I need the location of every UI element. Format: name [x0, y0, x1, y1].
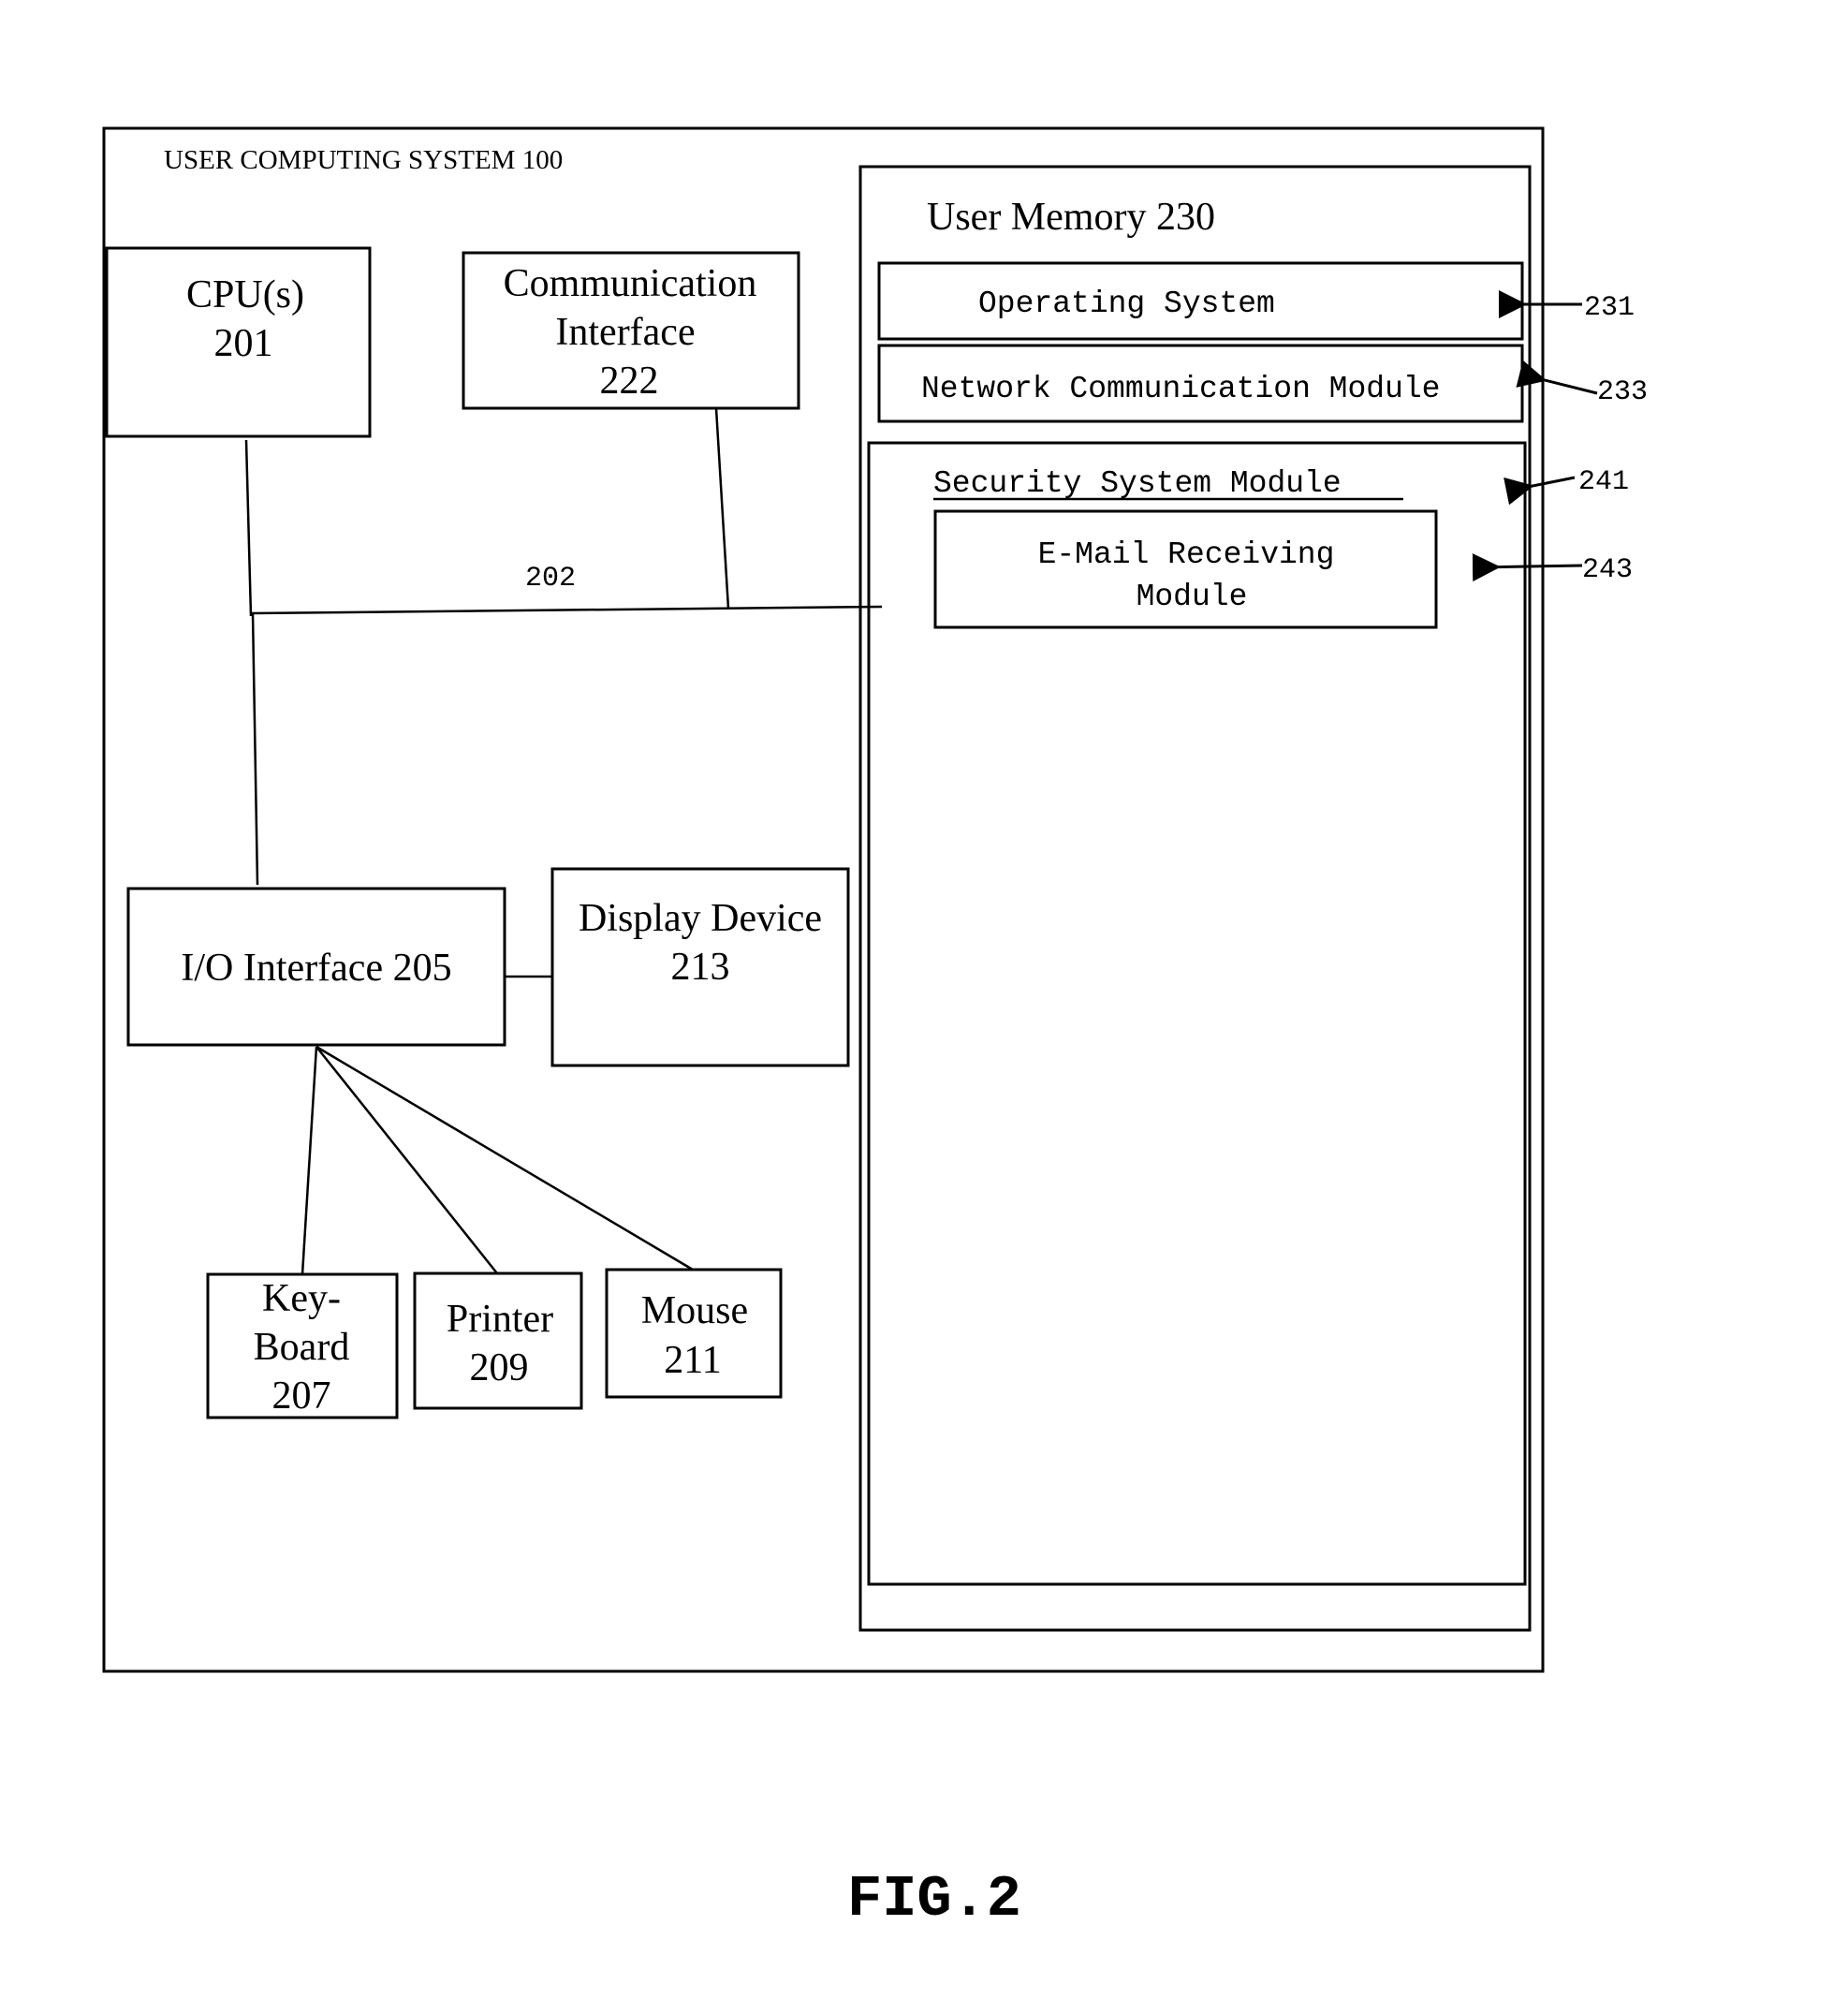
keyboard-label-1: Key- — [262, 1277, 341, 1320]
system-bus-202 — [250, 605, 883, 615]
cpu-number: 201 — [214, 322, 273, 365]
printer-label: Printer — [447, 1298, 553, 1341]
keyboard-number: 207 — [272, 1374, 331, 1418]
email-receiving-module-label-2: Module — [1137, 580, 1248, 614]
ref-243: 243 — [1582, 554, 1633, 586]
network-communication-module-label: Network Communication Module — [921, 372, 1441, 406]
user-memory-title: User Memory 230 — [927, 196, 1215, 239]
comm-bus-connector — [714, 407, 730, 610]
ref-241: 241 — [1578, 466, 1629, 498]
system-title: USER COMPUTING SYSTEM 100 — [164, 145, 563, 175]
arrow-233-icon — [1516, 360, 1598, 395]
io-printer-connector — [315, 1046, 498, 1274]
io-mouse-connector — [315, 1045, 694, 1271]
cpu-bus-connector — [244, 439, 253, 617]
ref-231: 231 — [1584, 292, 1635, 324]
mouse-label: Mouse — [641, 1289, 748, 1332]
io-keyboard-connector — [301, 1046, 318, 1275]
io-bus-connector — [251, 612, 259, 886]
ref-233: 233 — [1597, 376, 1648, 408]
arrow-243-icon — [1472, 553, 1583, 582]
email-receiving-module-label-1: E-Mail Receiving — [1038, 537, 1335, 572]
io-interface-label: I/O Interface 205 — [181, 947, 451, 990]
figure-caption: FIG.2 — [847, 1866, 1021, 1933]
operating-system-label: Operating System — [978, 287, 1275, 321]
block-diagram: USER COMPUTING SYSTEM 100 CPU(s) 201 Com… — [102, 126, 1648, 1933]
display-device-label: Display Device — [579, 897, 822, 940]
bus-label: 202 — [525, 563, 576, 595]
keyboard-label-2: Board — [254, 1326, 350, 1369]
user-computing-system-box — [102, 126, 1545, 1673]
comm-interface-label-2: Interface — [555, 311, 695, 354]
cpu-label: CPU(s) — [186, 273, 304, 316]
mouse-number: 211 — [664, 1339, 721, 1382]
printer-number: 209 — [470, 1346, 529, 1389]
comm-interface-label-1: Communication — [504, 262, 757, 305]
display-device-number: 213 — [671, 946, 730, 989]
security-system-module-label: Security System Module — [933, 466, 1342, 501]
comm-interface-number: 222 — [600, 360, 659, 403]
